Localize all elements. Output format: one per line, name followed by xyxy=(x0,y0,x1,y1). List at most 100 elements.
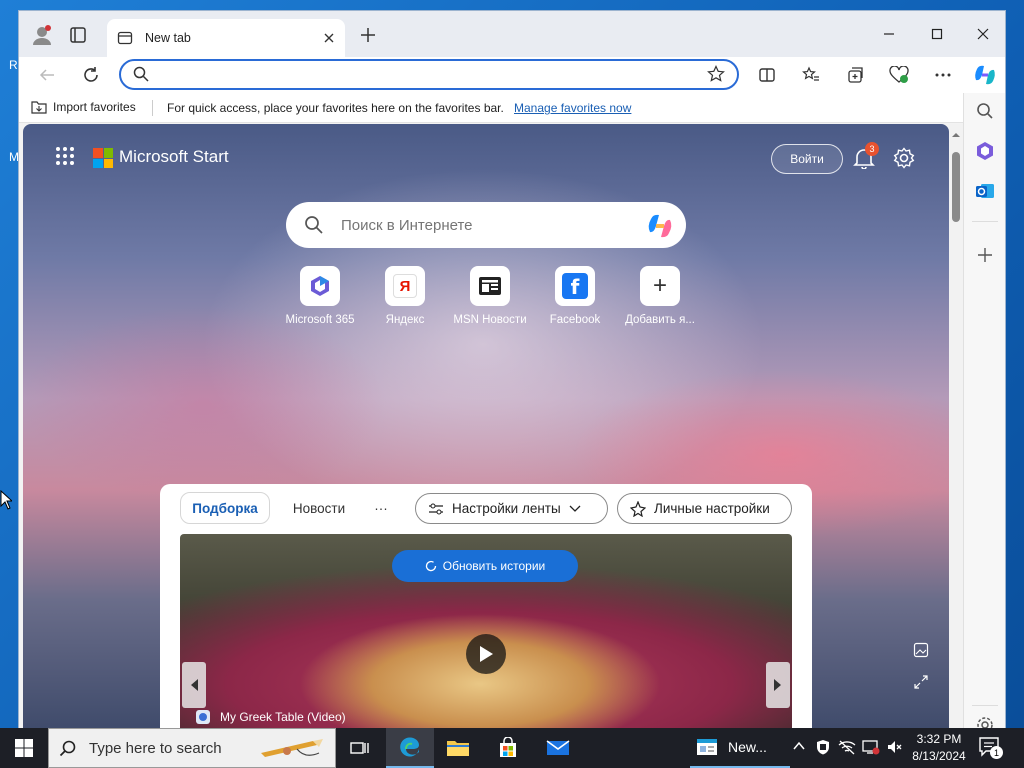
tab-new-tab[interactable]: New tab xyxy=(107,19,345,57)
expand-icon[interactable] xyxy=(913,674,929,690)
quick-link-tile: Я xyxy=(385,266,425,306)
signin-button[interactable]: Войти xyxy=(771,144,843,174)
split-screen-button[interactable] xyxy=(753,61,781,89)
previous-story-button[interactable] xyxy=(182,662,206,708)
start-page: Microsoft Start Войти 3 Поиск в Интернет… xyxy=(23,124,949,729)
sidebar-search-button[interactable] xyxy=(973,99,997,123)
collections-button[interactable] xyxy=(841,61,869,89)
action-center-button[interactable]: 1 xyxy=(978,736,1003,763)
copilot-icon[interactable] xyxy=(646,212,674,240)
back-arrow-icon xyxy=(39,69,54,81)
quick-link-microsoft-365[interactable]: Microsoft 365 xyxy=(278,266,362,326)
feed-settings-button[interactable]: Настройки ленты xyxy=(415,493,608,524)
quick-link-facebook[interactable]: f Facebook xyxy=(533,266,617,326)
tab-news[interactable]: Новости xyxy=(284,492,354,524)
sidebar-m365-button[interactable] xyxy=(973,139,997,163)
settings-more-button[interactable] xyxy=(929,61,957,89)
tab-featured[interactable]: Подборка xyxy=(180,492,270,524)
task-view-icon xyxy=(350,742,369,754)
scroll-up-icon[interactable] xyxy=(949,130,963,140)
copilot-icon xyxy=(975,65,995,85)
play-button[interactable] xyxy=(466,634,506,674)
personalize-button[interactable]: Личные настройки xyxy=(617,493,792,524)
add-favorite-star-icon[interactable] xyxy=(707,65,725,83)
sidebar-divider xyxy=(972,221,998,222)
task-view-button[interactable] xyxy=(336,728,384,768)
personalize-label: Личные настройки xyxy=(654,501,770,516)
taskbar-edge-button[interactable] xyxy=(386,728,434,768)
copilot-button[interactable] xyxy=(971,61,999,89)
quick-link-yandex[interactable]: Я Яндекс xyxy=(363,266,447,326)
web-search-box[interactable] xyxy=(286,202,686,248)
sidebar-outlook-button[interactable] xyxy=(973,179,997,203)
web-search-input[interactable] xyxy=(341,214,631,236)
page-scrollbar[interactable] xyxy=(949,124,963,729)
minimize-button[interactable] xyxy=(869,19,909,49)
store-icon xyxy=(500,737,516,757)
new-tab-button[interactable] xyxy=(357,24,379,46)
apps-grid-icon[interactable] xyxy=(55,146,75,166)
taskbar-store-button[interactable] xyxy=(484,728,532,768)
edge-window-thumbnail-icon xyxy=(697,739,717,755)
favorites-button[interactable] xyxy=(797,61,825,89)
close-icon xyxy=(977,28,989,40)
security-shield-icon[interactable] xyxy=(815,739,831,755)
show-hidden-icons-chevron-icon[interactable] xyxy=(792,739,806,753)
taskbar-edge-window[interactable]: New... xyxy=(690,728,790,768)
quick-link-label: Facebook xyxy=(549,314,601,326)
desktop-icon-label[interactable]: R xyxy=(9,58,18,72)
sidebar-add-button[interactable] xyxy=(973,243,997,267)
manage-favorites-link[interactable]: Manage favorites now xyxy=(514,101,631,115)
tab-actions-icon xyxy=(70,27,86,43)
taskbar-mail-button[interactable] xyxy=(534,728,582,768)
quick-link-tile: + xyxy=(640,266,680,306)
profile-icon xyxy=(33,25,51,45)
search-highlight-pencil-icon xyxy=(261,739,323,757)
quick-link-tile xyxy=(300,266,340,306)
hero-caption-title: My Greek Table (Video) xyxy=(220,710,346,724)
back-button[interactable] xyxy=(33,61,61,89)
start-button[interactable] xyxy=(0,728,48,768)
microsoft-logo xyxy=(93,148,113,168)
close-window-button[interactable] xyxy=(963,19,1003,49)
plus-icon xyxy=(978,248,992,262)
background-image-icon[interactable] xyxy=(913,642,929,658)
quick-link-tile xyxy=(470,266,510,306)
refresh-icon xyxy=(84,67,98,82)
volume-muted-icon[interactable] xyxy=(886,739,902,755)
maximize-button[interactable] xyxy=(917,19,957,49)
refresh-stories-button[interactable]: Обновить истории xyxy=(392,550,578,582)
mouse-cursor-icon xyxy=(0,490,12,510)
edge-icon xyxy=(400,737,419,757)
address-bar[interactable] xyxy=(119,59,739,90)
taskbar-search-box[interactable]: Type here to search xyxy=(48,728,336,768)
quick-link-msn-news[interactable]: MSN Новости xyxy=(448,266,532,326)
network-disconnected-icon[interactable] xyxy=(838,739,856,755)
search-icon xyxy=(59,740,76,757)
hero-video-card[interactable]: Обновить истории My Greek Table (Video) xyxy=(180,534,792,729)
quick-link-label: Добавить я... xyxy=(625,314,695,326)
add-icon: + xyxy=(652,272,667,299)
sparkle-star-icon xyxy=(630,500,646,517)
close-tab-icon[interactable] xyxy=(323,32,335,44)
display-warning-icon[interactable] xyxy=(862,739,880,755)
settings-gear-icon[interactable] xyxy=(893,147,915,169)
brand-title[interactable]: Microsoft Start xyxy=(119,147,229,167)
quick-link-label: Microsoft 365 xyxy=(285,314,355,326)
quick-link-add[interactable]: + Добавить я... xyxy=(618,266,702,326)
import-favorites-button[interactable]: Import favorites xyxy=(31,100,136,114)
taskbar-clock[interactable]: 3:32 PM 8/13/2024 xyxy=(906,731,972,765)
next-story-button[interactable] xyxy=(766,662,790,708)
scroll-thumb[interactable] xyxy=(952,152,960,222)
profile-button[interactable] xyxy=(31,24,53,46)
refresh-button[interactable] xyxy=(77,61,105,89)
browser-essentials-button[interactable] xyxy=(885,61,913,89)
tab-more-button[interactable]: ··· xyxy=(366,492,396,524)
tab-actions-button[interactable] xyxy=(67,24,89,46)
navigation-toolbar xyxy=(19,57,1005,93)
hero-caption[interactable]: My Greek Table (Video) xyxy=(196,710,346,724)
address-input[interactable] xyxy=(157,65,697,85)
maximize-icon xyxy=(931,28,943,40)
search-icon xyxy=(305,216,323,234)
taskbar-file-explorer-button[interactable] xyxy=(434,728,482,768)
